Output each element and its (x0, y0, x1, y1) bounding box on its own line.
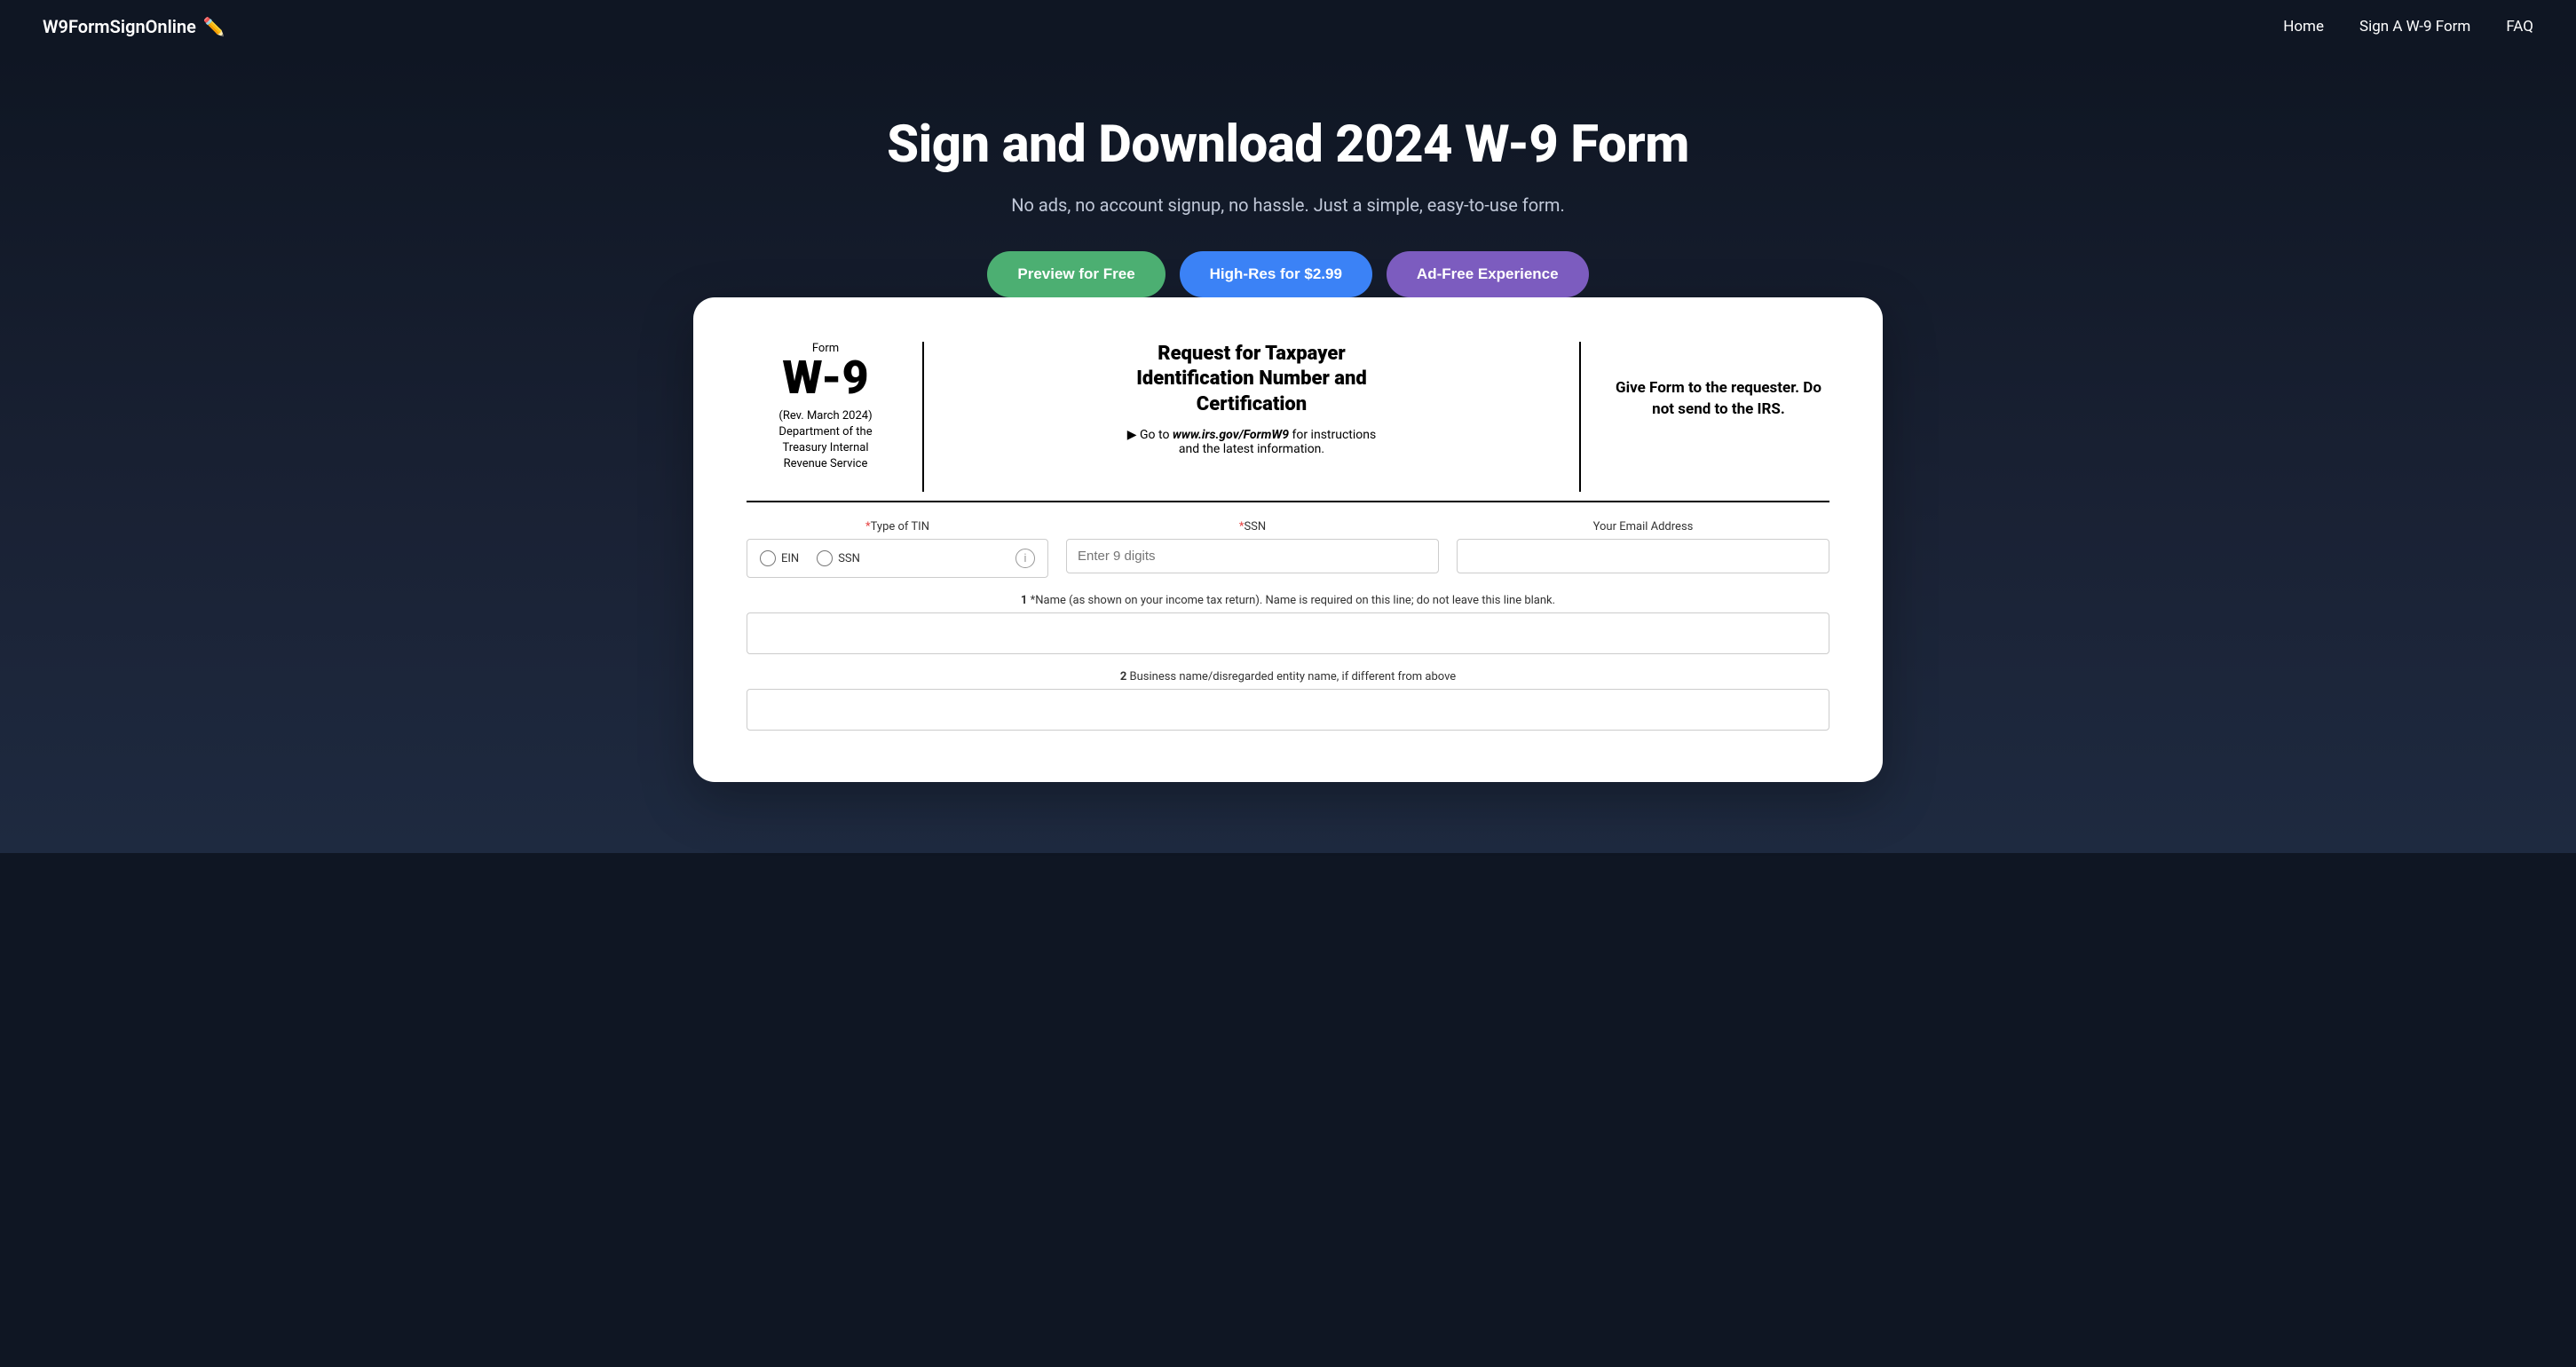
form-fields: *Type of TIN EIN SSN i (747, 520, 1829, 731)
adfree-button[interactable]: Ad-Free Experience (1387, 251, 1589, 297)
w9-center-title: Request for TaxpayerIdentification Numbe… (951, 342, 1553, 418)
business-field-group: 2 Business name/disregarded entity name,… (747, 670, 1829, 731)
w9-center-instruction: ▶ Go to www.irs.gov/FormW9 for instructi… (951, 428, 1553, 456)
ssn-field-group: *SSN (1066, 520, 1439, 573)
business-label-text: Business name/disregarded entity name, i… (1130, 670, 1457, 684)
w9-right-text: Give Form to the requester. Donot send t… (1616, 378, 1821, 421)
site-logo[interactable]: W9FormSignOnline ✏️ (43, 16, 225, 37)
ssn-option[interactable]: SSN (817, 550, 860, 566)
name-label: 1 *Name (as shown on your income tax ret… (747, 594, 1829, 607)
tin-field-group: *Type of TIN EIN SSN i (747, 520, 1048, 578)
w9-right-section: Give Form to the requester. Donot send t… (1581, 342, 1829, 493)
w9-left-section: Form W-9 (Rev. March 2024) Department of… (747, 342, 924, 493)
w9-center-section: Request for TaxpayerIdentification Numbe… (924, 342, 1581, 493)
hero-subtitle: No ads, no account signup, no hassle. Ju… (18, 194, 2558, 216)
email-label: Your Email Address (1457, 520, 1829, 533)
email-field-group: Your Email Address (1457, 520, 1829, 573)
ssn-tin-label: SSN (838, 552, 860, 565)
ssn-radio[interactable] (817, 550, 833, 566)
name-input[interactable] (747, 612, 1829, 654)
nav-links: Home Sign A W-9 Form FAQ (2283, 18, 2533, 36)
name-field-group: 1 *Name (as shown on your income tax ret… (747, 594, 1829, 654)
preview-free-button[interactable]: Preview for Free (987, 251, 1165, 297)
highres-button[interactable]: High-Res for $2.99 (1180, 251, 1372, 297)
tin-info-icon[interactable]: i (1015, 549, 1035, 568)
business-input[interactable] (747, 689, 1829, 731)
form-number: W-9 (747, 355, 905, 401)
email-input[interactable] (1457, 539, 1829, 573)
ssn-label: *SSN (1066, 520, 1439, 533)
ein-radio[interactable] (760, 550, 776, 566)
tin-ssn-email-row: *Type of TIN EIN SSN i (747, 520, 1829, 578)
logo-text: W9FormSignOnline (43, 16, 196, 37)
name-label-text: *Name (as shown on your income tax retur… (1031, 594, 1555, 607)
navbar: W9FormSignOnline ✏️ Home Sign A W-9 Form… (0, 0, 2576, 53)
form-container: Form W-9 (Rev. March 2024) Department of… (693, 297, 1883, 783)
tin-label: *Type of TIN (747, 520, 1048, 533)
ssn-input[interactable] (1066, 539, 1439, 573)
rev-info: (Rev. March 2024) Department of the Trea… (747, 408, 905, 473)
hero-section: Sign and Download 2024 W-9 Form No ads, … (0, 53, 2576, 853)
ein-option[interactable]: EIN (760, 550, 799, 566)
nav-faq[interactable]: FAQ (2506, 18, 2533, 36)
ein-label: EIN (781, 552, 799, 565)
hero-title: Sign and Download 2024 W-9 Form (18, 115, 2558, 175)
tin-radio-group: EIN SSN i (747, 539, 1048, 578)
w9-header: Form W-9 (Rev. March 2024) Department of… (747, 342, 1829, 503)
logo-icon: ✏️ (203, 16, 225, 37)
nav-sign-form[interactable]: Sign A W-9 Form (2359, 18, 2470, 36)
nav-home[interactable]: Home (2283, 18, 2324, 36)
hero-buttons: Preview for Free High-Res for $2.99 Ad-F… (18, 251, 2558, 297)
business-label: 2 Business name/disregarded entity name,… (747, 670, 1829, 684)
